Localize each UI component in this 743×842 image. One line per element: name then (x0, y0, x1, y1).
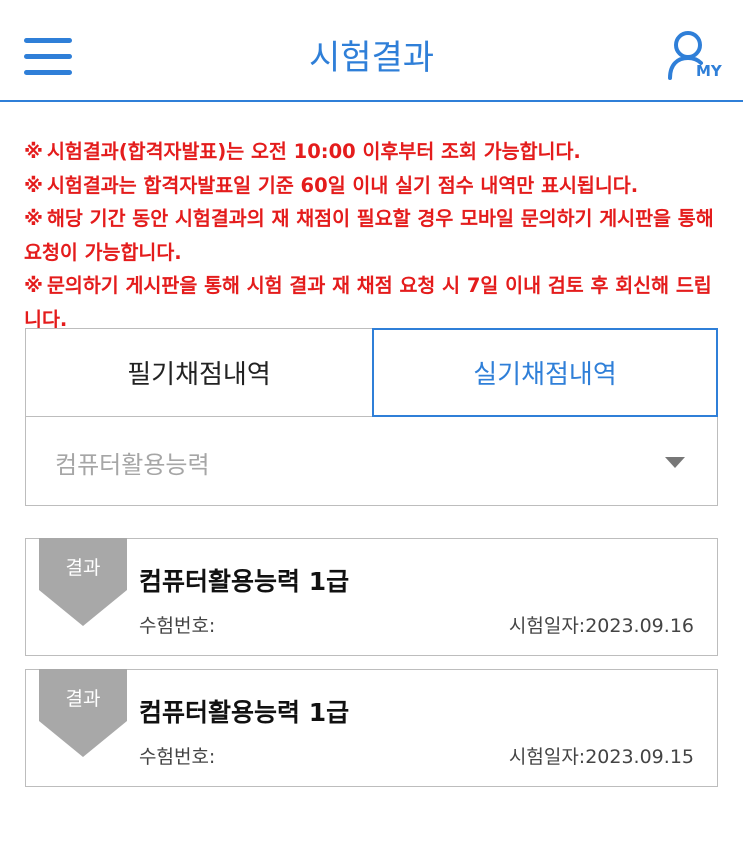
notice-mark: ※ (24, 207, 43, 230)
notice-item: ※ 해당 기간 동안 시험결과의 재 채점이 필요할 경우 모바일 문의하기 게시… (24, 202, 724, 269)
notice-text: 시험결과는 합격자발표일 기준 60일 이내 실기 점수 내역만 표시됩니다. (46, 173, 639, 197)
exam-date-label: 시험일자: (508, 615, 586, 637)
notice-item: ※ 시험결과는 합격자발표일 기준 60일 이내 실기 점수 내역만 표시됩니다. (24, 169, 724, 203)
exam-date-label: 시험일자: (508, 746, 586, 768)
exam-name: 컴퓨터활용능력 1급 (139, 567, 350, 596)
result-badge-label: 결과 (65, 688, 101, 710)
exam-date: 시험일자:2023.09.15 (509, 742, 694, 769)
score-tabs: 필기채점내역 실기채점내역 (25, 328, 718, 417)
exam-number-label: 수험번호: (139, 615, 216, 637)
app-header: 시험결과 MY (0, 0, 743, 102)
result-card[interactable]: 결과 컴퓨터활용능력 1급 수험번호: 시험일자:2023.09.15 (25, 669, 718, 787)
caret-down-icon (665, 457, 685, 468)
my-page-button[interactable]: MY (666, 30, 726, 86)
notice-mark: ※ (24, 173, 43, 197)
notice-text: 해당 기간 동안 시험결과의 재 채점이 필요할 경우 모바일 문의하기 게시판… (24, 207, 714, 264)
page-title: 시험결과 (308, 38, 435, 78)
result-badge-icon (39, 538, 127, 626)
exam-number-label: 수험번호: (139, 746, 216, 768)
result-badge-label: 결과 (65, 557, 101, 579)
my-label: MY (696, 62, 722, 80)
tab-practical-scores[interactable]: 실기채점내역 (372, 328, 718, 417)
notice-mark: ※ (24, 140, 43, 163)
exam-date: 시험일자:2023.09.16 (509, 611, 694, 638)
exam-date-value: 2023.09.16 (585, 615, 694, 637)
result-badge-icon (39, 669, 127, 757)
notice-item: ※ 문의하기 게시판을 통해 시험 결과 재 채점 요청 시 7일 이내 검토 후… (24, 269, 724, 336)
exam-name: 컴퓨터활용능력 1급 (139, 698, 350, 727)
notice-list: ※ 시험결과(합격자발표)는 오전 10:00 이후부터 조회 가능합니다. ※ 시… (24, 135, 724, 336)
notice-item: ※ 시험결과(합격자발표)는 오전 10:00 이후부터 조회 가능합니다. (24, 135, 724, 169)
notice-text: 시험결과(합격자발표)는 오전 10:00 이후부터 조회 가능합니다. (46, 140, 581, 163)
exam-date-value: 2023.09.15 (585, 746, 694, 768)
notice-mark: ※ (24, 274, 43, 297)
select-value: 컴퓨터활용능력 (55, 451, 210, 479)
exam-type-select[interactable]: 컴퓨터활용능력 (25, 417, 718, 506)
result-card[interactable]: 결과 컴퓨터활용능력 1급 수험번호: 시험일자:2023.09.16 (25, 538, 718, 656)
tab-written-scores[interactable]: 필기채점내역 (25, 328, 373, 417)
notice-text: 문의하기 게시판을 통해 시험 결과 재 채점 요청 시 7일 이내 검토 후 … (24, 274, 712, 331)
